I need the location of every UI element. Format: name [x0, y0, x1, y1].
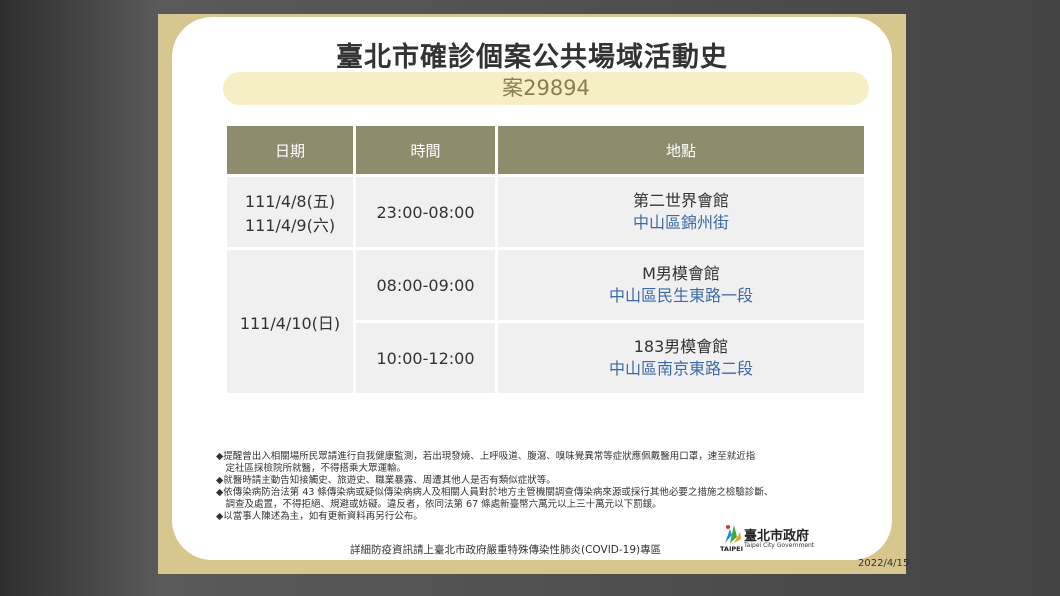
date-stamp: 2022/4/15	[858, 558, 910, 569]
place-name: 183男模會館	[633, 337, 729, 356]
note-line: ◆就醫時請主動告知接觸史、旅遊史、職業暴露、周遭其他人是否有類似症狀等。	[216, 475, 556, 486]
time-cell: 08:00-09:00	[356, 250, 495, 320]
note-line: 定社區採檢院所就醫，不得搭乘大眾運輸。	[216, 463, 407, 474]
date-line: 111/4/9(六)	[244, 216, 336, 235]
notes-section: ◆提醒曾出入相關場所民眾請進行自我健康監測，若出現發燒、上呼吸道、腹瀉、嗅味覺異…	[216, 451, 866, 523]
note-line: 調查及處置，不得拒絕、規避或妨礙。違反者，依同法第 67 條處新臺幣六萬元以上三…	[216, 499, 662, 510]
note-line: ◆依傳染病防治法第 43 條傳染病或疑似傳染病病人及相關人員對於地方主管機關調查…	[216, 487, 774, 498]
case-number-badge: 案29894	[223, 72, 869, 105]
note-line: ◆以當事人陳述為主，如有更新資料再另行公布。	[216, 511, 423, 522]
header-time: 時間	[356, 126, 495, 174]
place-cell: M男模會館 中山區民生東路一段	[498, 250, 864, 320]
note-line: ◆提醒曾出入相關場所民眾請進行自我健康監測，若出現發燒、上呼吸道、腹瀉、嗅味覺異…	[216, 451, 756, 462]
header-date: 日期	[227, 126, 353, 174]
page-title: 臺北市確診個案公共場域活動史	[336, 42, 728, 73]
place-area: 中山區南京東路二段	[608, 359, 753, 378]
logo-taipei-text: TAIPEI	[720, 545, 744, 553]
table-row: 111/4/8(五) 111/4/9(六) 23:00-08:00 第二世界會館…	[227, 177, 864, 247]
activity-table: 日期 時間 地點 111/4/8(五) 111/4/9(六) 23:00-08:…	[224, 123, 867, 396]
place-name: 第二世界會館	[632, 191, 729, 210]
place-area: 中山區民生東路一段	[608, 286, 753, 305]
announcement-card: 臺北市確診個案公共場域活動史 案29894 日期 時間 地點 111/4/8(五…	[158, 14, 910, 574]
date-cell: 111/4/8(五) 111/4/9(六)	[227, 177, 353, 247]
date-cell: 111/4/10(日)	[227, 250, 353, 393]
announcement-panel: 臺北市確診個案公共場域活動史 案29894 日期 時間 地點 111/4/8(五…	[172, 17, 892, 560]
taipei-logo-icon	[725, 525, 741, 543]
place-cell: 183男模會館 中山區南京東路二段	[498, 323, 864, 393]
place-area: 中山區錦州街	[632, 213, 729, 232]
logo-english-text: Taipei City Government	[744, 542, 815, 549]
taipei-logo: TAIPEI 臺北市政府 Taipei City Government	[720, 523, 832, 555]
table-row: 111/4/10(日) 08:00-09:00 M男模會館 中山區民生東路一段	[227, 250, 864, 393]
place-name: M男模會館	[642, 264, 720, 283]
time-cell: 23:00-08:00	[356, 177, 495, 247]
header-place: 地點	[498, 126, 864, 174]
place-cell: 第二世界會館 中山區錦州街	[498, 177, 864, 247]
time-cell: 10:00-12:00	[356, 323, 495, 393]
date-line: 111/4/8(五)	[244, 192, 336, 211]
footer-info: 詳細防疫資訊請上臺北市政府嚴重特殊傳染性肺炎(COVID-19)專區	[350, 544, 662, 556]
table-header-row: 日期 時間 地點	[227, 126, 864, 174]
